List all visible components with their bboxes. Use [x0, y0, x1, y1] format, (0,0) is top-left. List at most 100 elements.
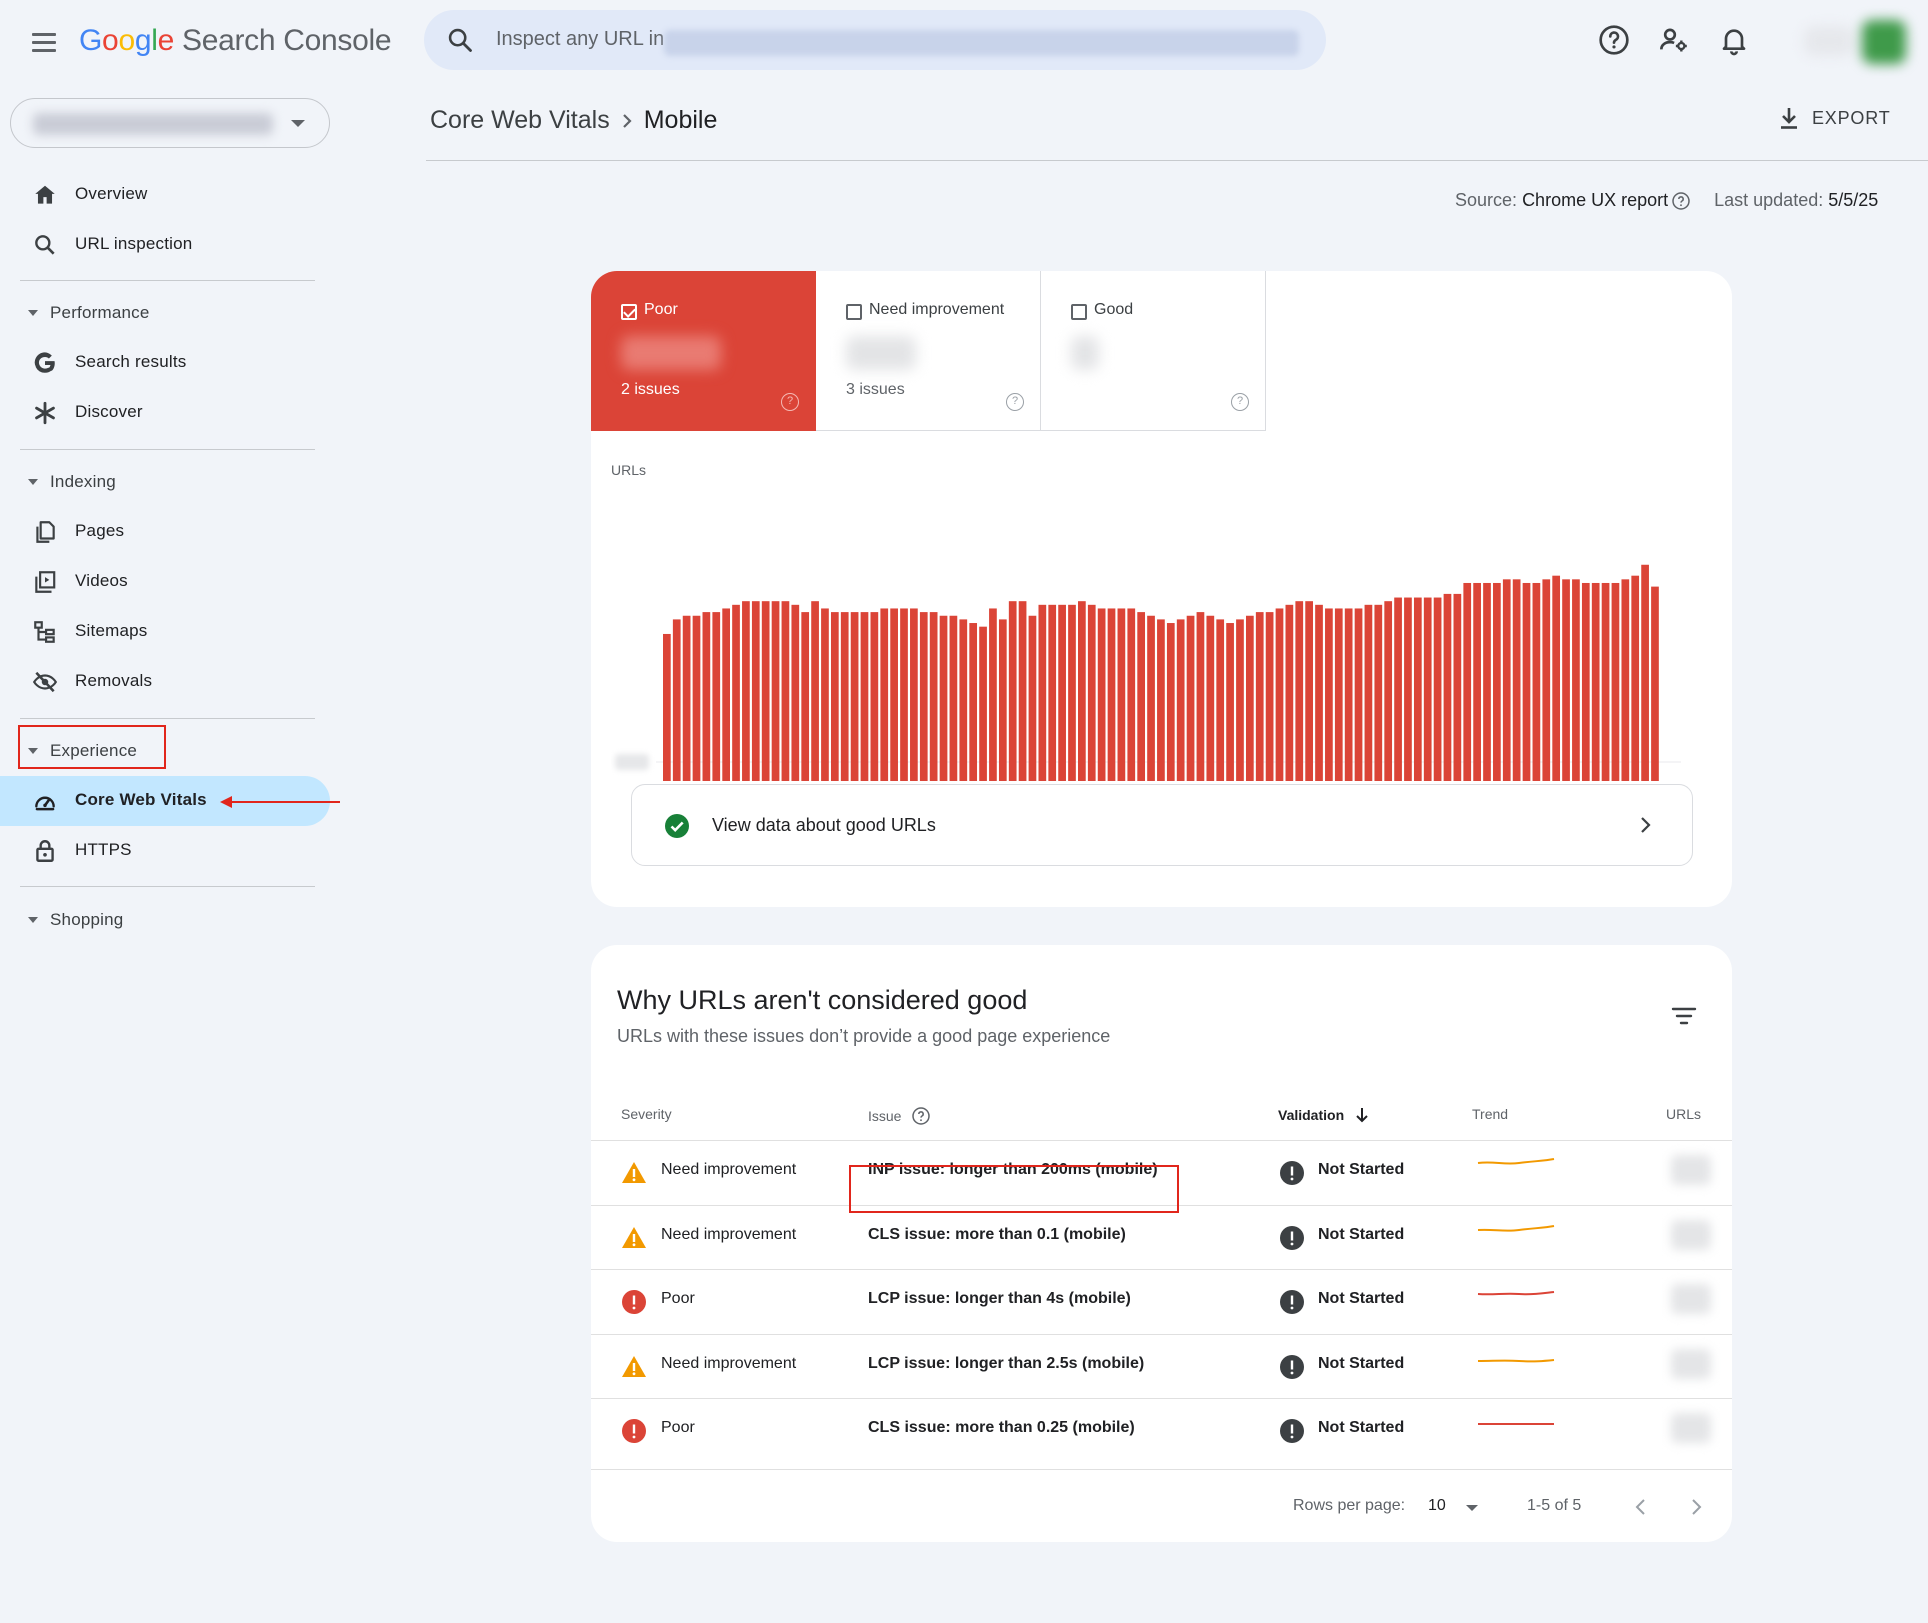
sidebar-section-shopping[interactable]: Shopping	[0, 900, 320, 940]
chart-bar[interactable]	[870, 612, 879, 781]
chart-bar[interactable]	[1087, 604, 1096, 781]
sidebar-item-https[interactable]: HTTPS	[0, 826, 330, 876]
help-icon[interactable]	[1668, 191, 1694, 211]
chart-bar[interactable]	[1058, 604, 1066, 781]
help-icon[interactable]	[911, 1106, 931, 1126]
chart-bar[interactable]	[742, 601, 750, 781]
chart-bar[interactable]	[1413, 597, 1422, 781]
chart-bar[interactable]	[1581, 582, 1590, 781]
chart-bar[interactable]	[712, 612, 721, 781]
chart-bar[interactable]	[1078, 601, 1086, 781]
chart-bar[interactable]	[880, 608, 889, 781]
help-icon[interactable]: ?	[1006, 393, 1024, 411]
chart-bar[interactable]	[781, 601, 790, 781]
chart-bar[interactable]	[1334, 608, 1343, 781]
chart-bar[interactable]	[1562, 579, 1570, 781]
sidebar-item-sitemaps[interactable]: Sitemaps	[0, 607, 330, 657]
chart-bar[interactable]	[1186, 615, 1195, 781]
chart-bar[interactable]	[1611, 582, 1620, 781]
chart-bar[interactable]	[821, 608, 829, 781]
chart-bar[interactable]	[1285, 604, 1294, 781]
column-header-severity[interactable]: Severity	[621, 1106, 672, 1122]
chart-bar[interactable]	[702, 612, 711, 781]
sidebar-item-search-results[interactable]: Search results	[0, 338, 330, 388]
chart-bar[interactable]	[771, 601, 780, 781]
chart-bar[interactable]	[1463, 582, 1472, 781]
chart-bar[interactable]	[890, 608, 898, 781]
chart-bar[interactable]	[1384, 601, 1393, 781]
chart-bar[interactable]	[1127, 608, 1136, 781]
sidebar-section-performance[interactable]: Performance	[0, 293, 320, 333]
sidebar-item-removals[interactable]: Removals	[0, 657, 330, 707]
chart-bar[interactable]	[1354, 608, 1363, 781]
chart-bar[interactable]	[1206, 615, 1215, 781]
chart-bar[interactable]	[1532, 582, 1541, 781]
filter-icon[interactable]	[1671, 1005, 1697, 1027]
chart-bar[interactable]	[929, 612, 938, 781]
chart-bar[interactable]	[751, 601, 760, 781]
issue-name[interactable]: LCP issue: longer than 4s (mobile)	[868, 1290, 1131, 1308]
checkbox-unchecked-icon[interactable]	[846, 304, 862, 320]
chart-bar[interactable]	[1651, 586, 1659, 781]
chart-bar[interactable]	[949, 615, 958, 781]
chart-bar[interactable]	[1473, 582, 1481, 781]
chart-bar[interactable]	[1107, 608, 1116, 781]
table-row[interactable]: Need improvement LCP issue: longer than 2…	[591, 1333, 1732, 1398]
chart-bar[interactable]	[1236, 619, 1244, 781]
column-header-urls[interactable]: URLs	[1666, 1106, 1701, 1122]
view-good-urls-link[interactable]: View data about good URLs	[631, 784, 1693, 866]
chart-bar[interactable]	[1028, 615, 1037, 781]
chart-bar[interactable]	[1226, 623, 1234, 781]
chart-bar[interactable]	[1591, 582, 1600, 781]
chart-bar[interactable]	[860, 612, 869, 781]
chart-bar[interactable]	[979, 626, 987, 781]
app-logo[interactable]: Google Search Console	[79, 24, 392, 58]
chart-bar[interactable]	[969, 623, 978, 781]
chart-bar[interactable]	[830, 612, 839, 781]
chart-bar[interactable]	[1176, 619, 1185, 781]
account-avatar[interactable]	[1804, 18, 1908, 64]
chart-bar[interactable]	[791, 604, 800, 781]
chart-bar[interactable]	[1315, 604, 1323, 781]
chart-bar[interactable]	[1048, 604, 1057, 781]
column-header-validation[interactable]: Validation	[1278, 1106, 1370, 1124]
chart-bar[interactable]	[1601, 582, 1610, 781]
chart-bar[interactable]	[1404, 597, 1412, 781]
chart-bar[interactable]	[1631, 575, 1640, 781]
chart-bar[interactable]	[1157, 619, 1165, 781]
chart-bar[interactable]	[1641, 564, 1649, 781]
rows-per-page-select[interactable]: 10	[1428, 1497, 1446, 1515]
chart-bar[interactable]	[663, 633, 671, 781]
chart-bar[interactable]	[1325, 608, 1333, 781]
checkbox-checked-icon[interactable]	[621, 304, 637, 320]
chart-bar[interactable]	[1008, 601, 1017, 781]
issue-name[interactable]: CLS issue: more than 0.25 (mobile)	[868, 1419, 1135, 1437]
chart-bar[interactable]	[1364, 604, 1373, 781]
url-inspect-search-input[interactable]: Inspect any URL in	[424, 10, 1326, 70]
sidebar-item-overview[interactable]: Overview	[0, 170, 330, 220]
chart-bar[interactable]	[1018, 601, 1027, 781]
chart-bar[interactable]	[850, 612, 859, 781]
chart-bar[interactable]	[919, 612, 928, 781]
chart-bar[interactable]	[1344, 608, 1353, 781]
chart-bar[interactable]	[1572, 579, 1580, 781]
chart-bar[interactable]	[1453, 593, 1462, 781]
chart-bar[interactable]	[1147, 615, 1155, 781]
chart-bar[interactable]	[672, 619, 681, 781]
sidebar-item-pages[interactable]: Pages	[0, 507, 330, 557]
main-menu-button[interactable]	[26, 24, 62, 60]
chart-bar[interactable]	[1542, 579, 1551, 781]
chart-bar[interactable]	[1483, 582, 1491, 781]
column-header-issue[interactable]: Issue	[868, 1106, 931, 1126]
chart-bar[interactable]	[1137, 612, 1146, 781]
sidebar-item-videos[interactable]: Videos	[0, 557, 330, 607]
chart-bar[interactable]	[1374, 604, 1383, 781]
property-selector[interactable]	[10, 98, 330, 148]
chart-bar[interactable]	[1552, 575, 1561, 781]
chart-bar[interactable]	[1433, 597, 1442, 781]
chart-bar[interactable]	[1305, 601, 1313, 781]
help-icon[interactable]: ?	[781, 393, 799, 411]
chart-bar[interactable]	[1512, 579, 1521, 781]
sidebar-item-discover[interactable]: Discover	[0, 388, 330, 438]
issue-name[interactable]: LCP issue: longer than 2.5s (mobile)	[868, 1355, 1144, 1373]
